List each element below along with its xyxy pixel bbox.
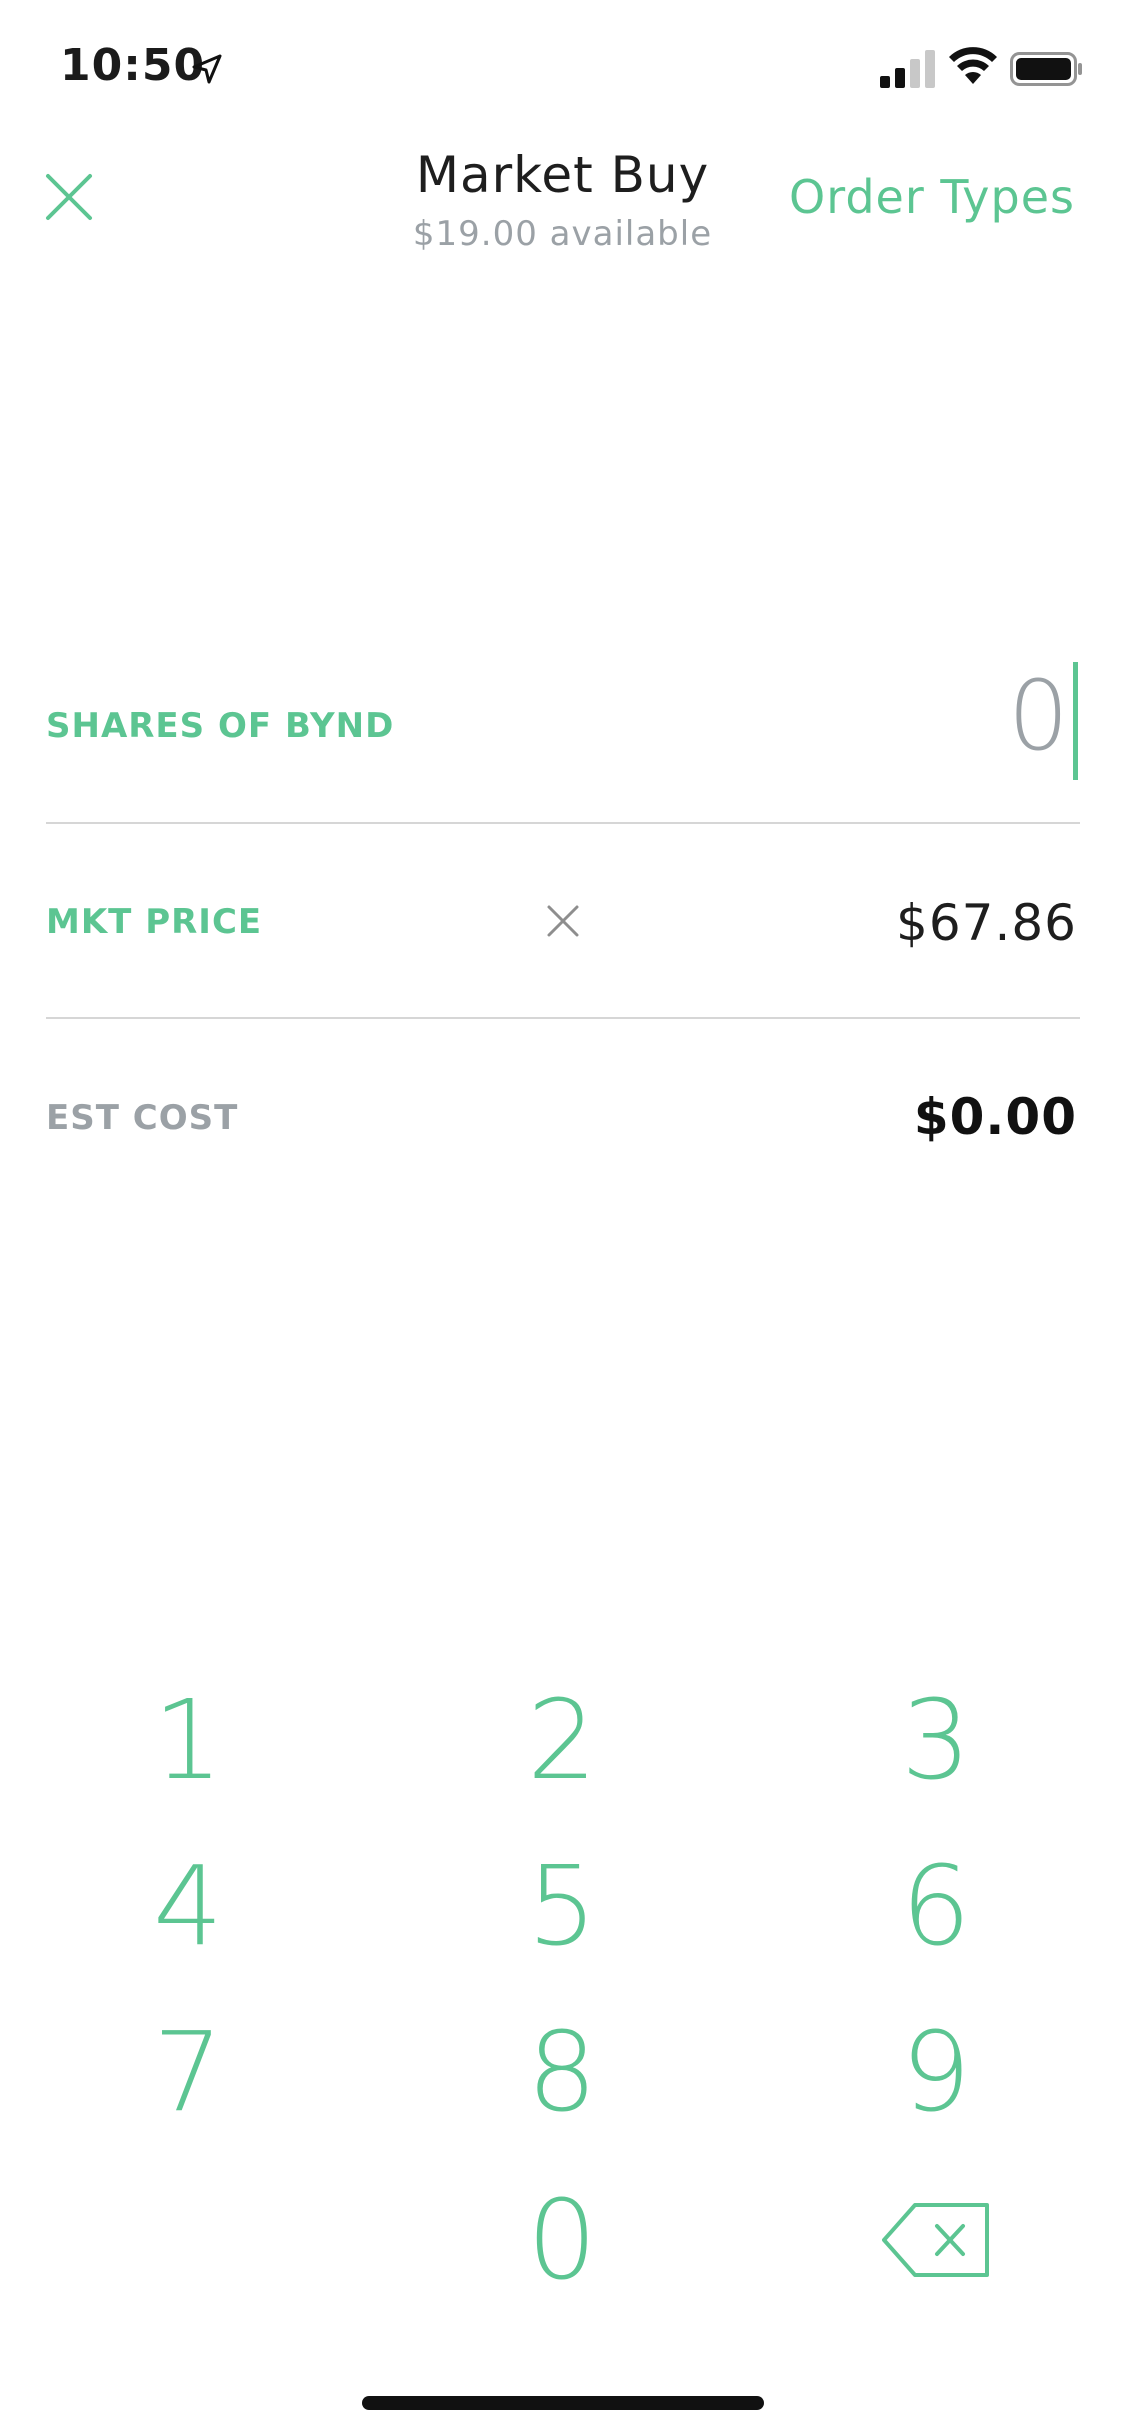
divider <box>46 1017 1080 1019</box>
text-cursor <box>1073 662 1078 780</box>
order-types-button[interactable]: Order Types <box>789 170 1075 224</box>
key-3[interactable]: 3 <box>786 1660 1086 1820</box>
key-9[interactable]: 9 <box>786 1992 1086 2152</box>
key-1[interactable]: 1 <box>38 1660 338 1820</box>
shares-input[interactable]: 0 <box>1008 660 1069 772</box>
wifi-icon <box>949 47 997 84</box>
cellular-signal-icon <box>880 50 935 88</box>
status-time: 10:50 <box>60 40 206 91</box>
market-price-label: MKT PRICE <box>46 902 263 942</box>
est-cost-value: $0.00 <box>913 1088 1077 1146</box>
key-4[interactable]: 4 <box>38 1826 338 1986</box>
location-arrow-icon <box>192 54 222 84</box>
est-cost-label: EST COST <box>46 1098 239 1138</box>
home-indicator[interactable] <box>362 2396 764 2410</box>
battery-icon <box>1010 52 1082 86</box>
key-6[interactable]: 6 <box>786 1826 1086 1986</box>
backspace-key[interactable] <box>786 2160 1086 2320</box>
market-price-value: $67.86 <box>896 894 1077 952</box>
status-bar: 10:50 <box>0 0 1125 140</box>
key-7[interactable]: 7 <box>38 1992 338 2152</box>
numeric-keypad: 1 2 3 4 5 6 7 8 9 0 <box>0 1660 1125 2340</box>
key-8[interactable]: 8 <box>412 1992 712 2152</box>
shares-label: SHARES OF BYND <box>46 706 395 746</box>
close-icon[interactable] <box>546 904 580 938</box>
divider <box>46 822 1080 824</box>
key-0[interactable]: 0 <box>412 2160 712 2320</box>
backspace-icon <box>882 2203 989 2277</box>
key-2[interactable]: 2 <box>412 1660 712 1820</box>
key-5[interactable]: 5 <box>412 1826 712 1986</box>
